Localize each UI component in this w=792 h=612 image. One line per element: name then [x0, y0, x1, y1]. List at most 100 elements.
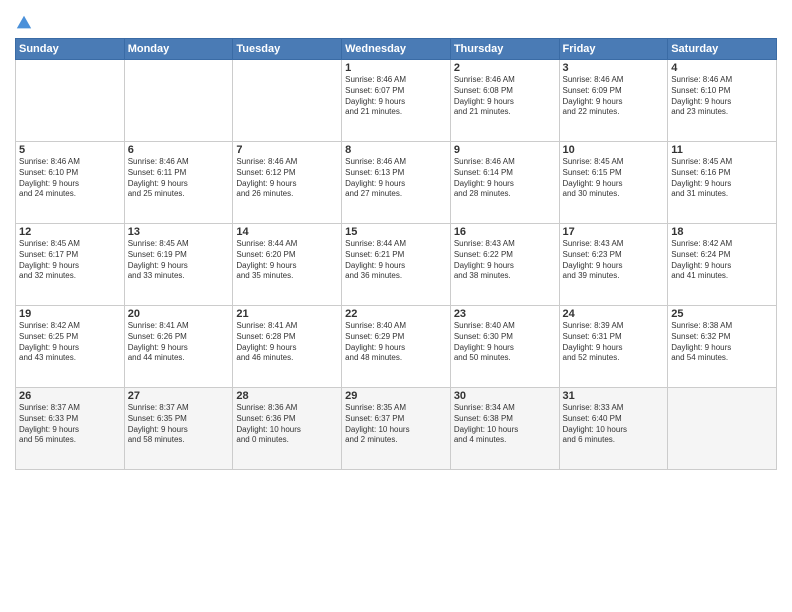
calendar-header-wednesday: Wednesday — [342, 39, 451, 60]
day-info: Sunrise: 8:39 AM Sunset: 6:31 PM Dayligh… — [563, 321, 665, 364]
day-info: Sunrise: 8:40 AM Sunset: 6:29 PM Dayligh… — [345, 321, 447, 364]
day-info: Sunrise: 8:46 AM Sunset: 6:08 PM Dayligh… — [454, 75, 556, 118]
calendar-cell: 16Sunrise: 8:43 AM Sunset: 6:22 PM Dayli… — [450, 224, 559, 306]
calendar-header-thursday: Thursday — [450, 39, 559, 60]
calendar-table: SundayMondayTuesdayWednesdayThursdayFrid… — [15, 38, 777, 470]
calendar-cell: 20Sunrise: 8:41 AM Sunset: 6:26 PM Dayli… — [124, 306, 233, 388]
day-number: 7 — [236, 144, 338, 156]
day-info: Sunrise: 8:43 AM Sunset: 6:23 PM Dayligh… — [563, 239, 665, 282]
day-number: 28 — [236, 390, 338, 402]
calendar-cell: 19Sunrise: 8:42 AM Sunset: 6:25 PM Dayli… — [16, 306, 125, 388]
calendar-header-row: SundayMondayTuesdayWednesdayThursdayFrid… — [16, 39, 777, 60]
calendar-cell: 6Sunrise: 8:46 AM Sunset: 6:11 PM Daylig… — [124, 142, 233, 224]
day-info: Sunrise: 8:45 AM Sunset: 6:17 PM Dayligh… — [19, 239, 121, 282]
day-number: 8 — [345, 144, 447, 156]
calendar-cell: 31Sunrise: 8:33 AM Sunset: 6:40 PM Dayli… — [559, 388, 668, 470]
calendar-header-sunday: Sunday — [16, 39, 125, 60]
calendar-cell: 25Sunrise: 8:38 AM Sunset: 6:32 PM Dayli… — [668, 306, 777, 388]
day-number: 12 — [19, 226, 121, 238]
page: SundayMondayTuesdayWednesdayThursdayFrid… — [0, 0, 792, 612]
calendar-cell — [124, 60, 233, 142]
calendar-header-monday: Monday — [124, 39, 233, 60]
day-number: 29 — [345, 390, 447, 402]
calendar-cell: 2Sunrise: 8:46 AM Sunset: 6:08 PM Daylig… — [450, 60, 559, 142]
day-number: 24 — [563, 308, 665, 320]
calendar-week-row: 19Sunrise: 8:42 AM Sunset: 6:25 PM Dayli… — [16, 306, 777, 388]
day-info: Sunrise: 8:40 AM Sunset: 6:30 PM Dayligh… — [454, 321, 556, 364]
day-number: 26 — [19, 390, 121, 402]
day-number: 25 — [671, 308, 773, 320]
day-info: Sunrise: 8:41 AM Sunset: 6:28 PM Dayligh… — [236, 321, 338, 364]
calendar-cell: 9Sunrise: 8:46 AM Sunset: 6:14 PM Daylig… — [450, 142, 559, 224]
calendar-cell: 23Sunrise: 8:40 AM Sunset: 6:30 PM Dayli… — [450, 306, 559, 388]
day-info: Sunrise: 8:46 AM Sunset: 6:10 PM Dayligh… — [19, 157, 121, 200]
calendar-cell — [233, 60, 342, 142]
calendar-cell — [16, 60, 125, 142]
day-number: 13 — [128, 226, 230, 238]
day-info: Sunrise: 8:43 AM Sunset: 6:22 PM Dayligh… — [454, 239, 556, 282]
calendar-cell: 21Sunrise: 8:41 AM Sunset: 6:28 PM Dayli… — [233, 306, 342, 388]
day-info: Sunrise: 8:46 AM Sunset: 6:12 PM Dayligh… — [236, 157, 338, 200]
calendar-cell: 30Sunrise: 8:34 AM Sunset: 6:38 PM Dayli… — [450, 388, 559, 470]
calendar-week-row: 12Sunrise: 8:45 AM Sunset: 6:17 PM Dayli… — [16, 224, 777, 306]
day-info: Sunrise: 8:44 AM Sunset: 6:20 PM Dayligh… — [236, 239, 338, 282]
calendar-cell: 7Sunrise: 8:46 AM Sunset: 6:12 PM Daylig… — [233, 142, 342, 224]
calendar-cell: 18Sunrise: 8:42 AM Sunset: 6:24 PM Dayli… — [668, 224, 777, 306]
day-info: Sunrise: 8:46 AM Sunset: 6:14 PM Dayligh… — [454, 157, 556, 200]
day-info: Sunrise: 8:42 AM Sunset: 6:25 PM Dayligh… — [19, 321, 121, 364]
logo-icon — [15, 14, 33, 32]
day-number: 9 — [454, 144, 556, 156]
day-number: 31 — [563, 390, 665, 402]
calendar-cell: 29Sunrise: 8:35 AM Sunset: 6:37 PM Dayli… — [342, 388, 451, 470]
day-number: 3 — [563, 62, 665, 74]
day-number: 18 — [671, 226, 773, 238]
day-number: 10 — [563, 144, 665, 156]
day-number: 30 — [454, 390, 556, 402]
calendar-cell — [668, 388, 777, 470]
calendar-cell: 14Sunrise: 8:44 AM Sunset: 6:20 PM Dayli… — [233, 224, 342, 306]
calendar-week-row: 1Sunrise: 8:46 AM Sunset: 6:07 PM Daylig… — [16, 60, 777, 142]
day-number: 27 — [128, 390, 230, 402]
header — [15, 10, 777, 32]
day-info: Sunrise: 8:36 AM Sunset: 6:36 PM Dayligh… — [236, 403, 338, 446]
calendar-header-friday: Friday — [559, 39, 668, 60]
logo — [15, 14, 35, 32]
day-info: Sunrise: 8:46 AM Sunset: 6:09 PM Dayligh… — [563, 75, 665, 118]
day-info: Sunrise: 8:45 AM Sunset: 6:15 PM Dayligh… — [563, 157, 665, 200]
calendar-cell: 17Sunrise: 8:43 AM Sunset: 6:23 PM Dayli… — [559, 224, 668, 306]
day-info: Sunrise: 8:37 AM Sunset: 6:35 PM Dayligh… — [128, 403, 230, 446]
day-number: 2 — [454, 62, 556, 74]
day-number: 15 — [345, 226, 447, 238]
day-info: Sunrise: 8:34 AM Sunset: 6:38 PM Dayligh… — [454, 403, 556, 446]
calendar-header-tuesday: Tuesday — [233, 39, 342, 60]
day-info: Sunrise: 8:46 AM Sunset: 6:10 PM Dayligh… — [671, 75, 773, 118]
day-info: Sunrise: 8:42 AM Sunset: 6:24 PM Dayligh… — [671, 239, 773, 282]
day-number: 22 — [345, 308, 447, 320]
day-info: Sunrise: 8:33 AM Sunset: 6:40 PM Dayligh… — [563, 403, 665, 446]
day-info: Sunrise: 8:45 AM Sunset: 6:16 PM Dayligh… — [671, 157, 773, 200]
day-number: 20 — [128, 308, 230, 320]
day-info: Sunrise: 8:35 AM Sunset: 6:37 PM Dayligh… — [345, 403, 447, 446]
day-info: Sunrise: 8:46 AM Sunset: 6:13 PM Dayligh… — [345, 157, 447, 200]
day-number: 23 — [454, 308, 556, 320]
day-number: 19 — [19, 308, 121, 320]
calendar-cell: 26Sunrise: 8:37 AM Sunset: 6:33 PM Dayli… — [16, 388, 125, 470]
calendar-cell: 1Sunrise: 8:46 AM Sunset: 6:07 PM Daylig… — [342, 60, 451, 142]
calendar-cell: 28Sunrise: 8:36 AM Sunset: 6:36 PM Dayli… — [233, 388, 342, 470]
calendar-week-row: 26Sunrise: 8:37 AM Sunset: 6:33 PM Dayli… — [16, 388, 777, 470]
day-number: 4 — [671, 62, 773, 74]
calendar-cell: 27Sunrise: 8:37 AM Sunset: 6:35 PM Dayli… — [124, 388, 233, 470]
day-info: Sunrise: 8:44 AM Sunset: 6:21 PM Dayligh… — [345, 239, 447, 282]
calendar-week-row: 5Sunrise: 8:46 AM Sunset: 6:10 PM Daylig… — [16, 142, 777, 224]
day-number: 11 — [671, 144, 773, 156]
day-number: 16 — [454, 226, 556, 238]
day-info: Sunrise: 8:45 AM Sunset: 6:19 PM Dayligh… — [128, 239, 230, 282]
calendar-cell: 12Sunrise: 8:45 AM Sunset: 6:17 PM Dayli… — [16, 224, 125, 306]
day-number: 14 — [236, 226, 338, 238]
calendar-cell: 3Sunrise: 8:46 AM Sunset: 6:09 PM Daylig… — [559, 60, 668, 142]
calendar-cell: 15Sunrise: 8:44 AM Sunset: 6:21 PM Dayli… — [342, 224, 451, 306]
day-info: Sunrise: 8:41 AM Sunset: 6:26 PM Dayligh… — [128, 321, 230, 364]
day-number: 21 — [236, 308, 338, 320]
calendar-cell: 5Sunrise: 8:46 AM Sunset: 6:10 PM Daylig… — [16, 142, 125, 224]
day-info: Sunrise: 8:37 AM Sunset: 6:33 PM Dayligh… — [19, 403, 121, 446]
